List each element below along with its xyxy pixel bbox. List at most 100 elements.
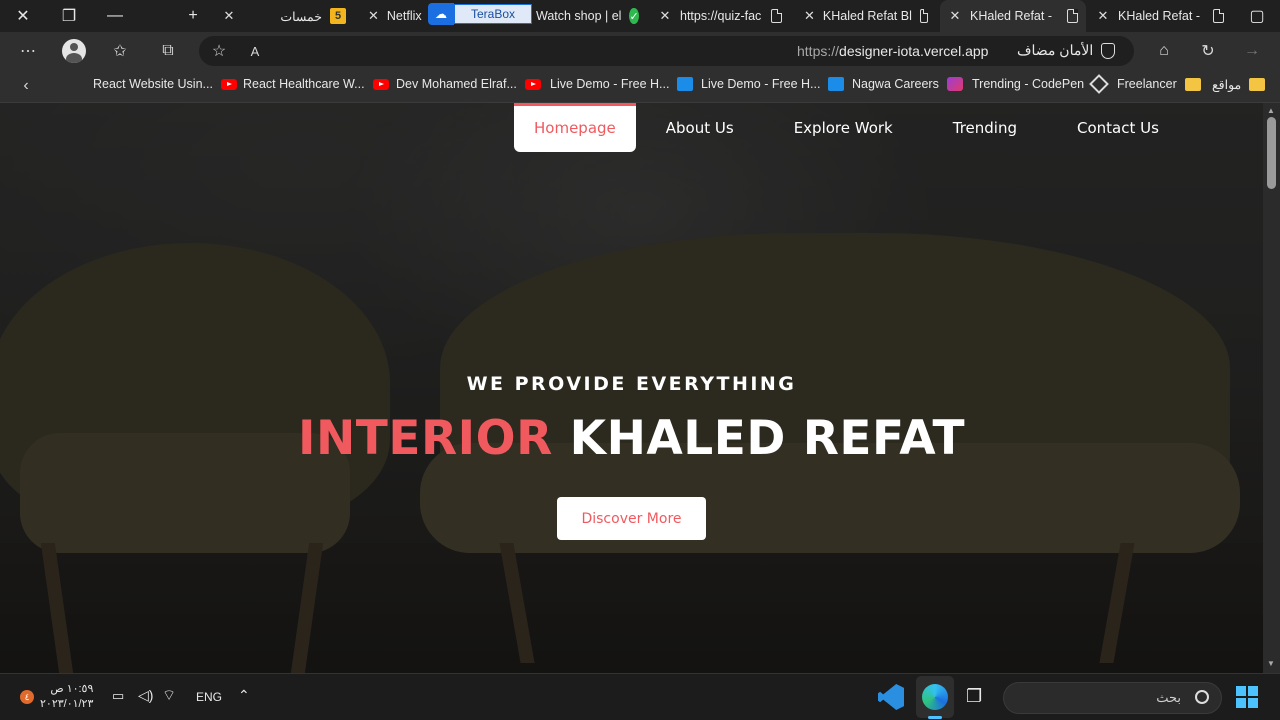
site-icon [677,77,694,91]
home-icon[interactable]: ⌂ [1150,39,1178,63]
nav-label: Explore Work [793,118,893,137]
tab-khamsat[interactable]: ✕ خمسات 5 [214,0,354,32]
chevron-up-icon[interactable]: ⌃ [238,687,250,704]
address-bar[interactable]: ☆ A https://designer-iota.vercel.app الأ… [199,36,1134,66]
tab-title: https://quiz-fac [680,9,762,23]
bookmark-item[interactable]: Dev Mohamed Elraf... [396,77,541,91]
tab-close-icon[interactable]: ✕ [222,8,236,24]
youtube-icon [524,78,541,90]
extensions-icon[interactable]: ⧉ [154,39,182,63]
bookmark-item[interactable]: Live Demo - Free H... [701,77,845,91]
nav-label: Contact Us [1076,118,1159,137]
scroll-down-icon[interactable]: ▼ [1267,659,1275,668]
bookmark-item[interactable]: Nagwa Careers [852,77,963,91]
codepen-icon [1089,74,1110,94]
page-scrollbar[interactable]: ▲ ▼ [1263,103,1280,673]
profile-button[interactable] [60,39,88,63]
bookmark-item[interactable]: Live Demo - Free H... [550,77,694,91]
vscode-icon [878,684,904,710]
back-icon[interactable]: ‹ [12,74,40,98]
nav-about-us[interactable]: About Us [636,103,764,152]
check-icon: ✓ [629,8,639,24]
windows-icon [1236,686,1258,708]
restore-icon[interactable]: ❐ [46,0,92,32]
hero-section: Homepage About Us Explore Work Trending … [0,103,1263,673]
minimize-icon[interactable]: — [92,0,138,32]
wifi-icon[interactable]: ⌔ [162,686,176,705]
page-icon [919,9,929,23]
khamsat-favicon-icon: 5 [330,8,346,24]
nav-homepage[interactable]: Homepage [514,103,636,152]
new-tab-icon[interactable]: + [170,0,216,32]
bookmark-label: Freelancer [1117,77,1177,91]
menu-dots-icon[interactable]: ⋯ [14,39,42,63]
task-view-icon[interactable]: ❐ [966,686,982,707]
tab-close-icon[interactable]: ✕ [658,8,672,24]
security-label[interactable]: الأمان مضاف [1017,42,1093,59]
favorites-icon[interactable]: ✩ [106,39,134,63]
tab-watch-shop[interactable]: Watch shop | el ✓ [528,0,646,32]
cloud-icon: ☁ [428,3,454,25]
tab-quiz[interactable]: ✕ https://quiz-fac [650,0,790,32]
scroll-up-icon[interactable]: ▲ [1267,106,1275,115]
volume-icon[interactable]: ◁) [138,687,153,704]
system-clock[interactable]: ١٠:٥٩ ص ٢٠٢٣/٠١/٢٣ [40,682,93,712]
tab-actions-icon[interactable]: ▢ [1234,0,1280,32]
tab-khaled-refat-active[interactable]: ✕ KHaled Refat - [940,0,1086,32]
tab-close-icon[interactable]: ✕ [948,8,962,24]
tab-close-icon[interactable]: ✕ [368,8,379,24]
read-aloud-icon[interactable]: A [241,39,269,63]
shield-icon[interactable] [1101,43,1115,59]
add-favorite-icon[interactable]: ☆ [205,39,233,63]
discover-more-button[interactable]: Discover More [557,497,706,540]
refresh-icon[interactable]: ↻ [1194,39,1222,63]
site-icon [828,77,845,91]
nagwa-icon [946,77,963,91]
bookmark-label: Nagwa Careers [852,77,939,91]
nav-contact-us[interactable]: Contact Us [1047,103,1189,152]
windows-taskbar: ٤ ١٠:٥٩ ص ٢٠٢٣/٠١/٢٣ ▭ ◁) ⌔ ENG ⌃ ❐ بحث [0,673,1280,720]
taskbar-search[interactable]: بحث [1003,682,1222,714]
bookmark-item[interactable]: Freelancer [1117,77,1201,91]
bookmark-item[interactable]: React Healthcare W... [243,77,389,91]
bookmark-label: Dev Mohamed Elraf... [396,77,517,91]
tab-close-icon[interactable]: ✕ [1096,8,1110,24]
tab-title: Netflix [386,9,422,23]
scroll-thumb[interactable] [1267,117,1276,189]
headline-rest: KHALED REFAT [569,411,966,466]
edge-app-icon[interactable] [922,684,948,710]
terabox-label: TeraBox [454,4,533,24]
tab-title: خمسات [280,9,322,24]
url-host: designer-iota.vercel.app [839,43,989,59]
bookmarks-bar: ‹ React Website Usin... React Healthcare… [0,70,1280,103]
tab-khaled-refat-1[interactable]: ✕ KHaled Refat Bl [796,0,936,32]
bookmark-label: Trending - CodePen [972,77,1085,91]
notification-count: ٤ [20,690,34,704]
tab-netflix[interactable]: ✕ Netflix [360,0,428,32]
bookmark-item[interactable]: مواقع [1212,77,1266,92]
nav-label: Trending [952,118,1017,137]
battery-icon[interactable]: ▭ [112,688,124,704]
tab-strip: ✕ ❐ — + ✕ خمسات 5 ✕ Netflix ☁ TeraBox Wa… [0,0,1280,32]
close-window-icon[interactable]: ✕ [0,0,46,32]
bookmark-label: Live Demo - Free H... [701,77,821,91]
notification-badge[interactable]: ٤ [20,690,34,704]
tab-khaled-refat-2[interactable]: ✕ KHaled Refat - [1088,0,1232,32]
clock-time: ١٠:٥٩ ص [50,683,94,695]
url-text[interactable]: https://designer-iota.vercel.app [797,43,988,59]
tab-title: KHaled Refat - [1118,9,1200,23]
youtube-icon [220,78,237,90]
bookmark-label: React Healthcare W... [243,77,365,91]
bookmark-item[interactable]: Trending - CodePen [972,74,1110,94]
nav-trending[interactable]: Trending [923,103,1047,152]
nav-explore-work[interactable]: Explore Work [764,103,923,152]
main-nav: Homepage About Us Explore Work Trending … [514,103,1189,152]
tab-close-icon[interactable]: ✕ [804,8,815,24]
start-button[interactable] [1236,686,1258,708]
vscode-app-icon[interactable] [878,684,904,710]
tab-title: KHaled Refat Bl [822,9,912,23]
bookmark-item[interactable]: React Website Usin... [93,77,237,91]
terabox-extension-popup[interactable]: ☁ TeraBox [428,3,533,25]
language-indicator[interactable]: ENG [196,690,222,704]
forward-icon[interactable]: → [1238,39,1266,63]
